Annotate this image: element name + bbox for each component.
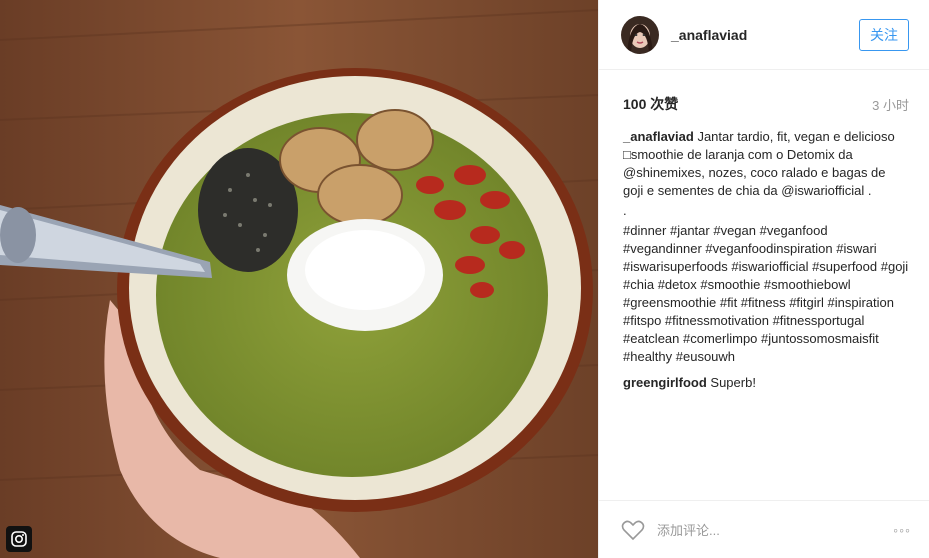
follow-button[interactable]: 关注: [859, 18, 909, 51]
instagram-badge-icon: [6, 526, 32, 552]
post-side-panel: _anaflaviad 关注 100 次赞 3 小时 _anaflaviad J…: [598, 0, 929, 558]
comment-footer: 添加评论... ◦◦◦: [599, 500, 929, 558]
more-options-icon[interactable]: ◦◦◦: [893, 522, 911, 538]
add-comment-input[interactable]: 添加评论...: [657, 520, 893, 539]
post-header: _anaflaviad 关注: [599, 0, 929, 70]
likes-count[interactable]: 100 次赞: [623, 94, 678, 114]
caption-dot: .: [623, 203, 627, 218]
post-viewer: _anaflaviad 关注 100 次赞 3 小时 _anaflaviad J…: [0, 0, 929, 558]
comment-username[interactable]: greengirlfood: [623, 375, 707, 390]
hashtags[interactable]: #dinner #jantar #vegan #veganfood #vegan…: [623, 222, 909, 366]
comment: greengirlfood Superb!: [623, 374, 909, 392]
likes-row: 100 次赞 3 小时: [599, 94, 929, 114]
smoothie-bowl-image: [0, 0, 598, 558]
caption-username[interactable]: _anaflaviad: [623, 129, 694, 144]
post-photo[interactable]: [0, 0, 598, 558]
avatar[interactable]: [621, 15, 659, 54]
caption: _anaflaviad Jantar tardio, fit, vegan e …: [623, 128, 909, 200]
heart-icon[interactable]: [621, 519, 645, 541]
username[interactable]: _anaflaviad: [671, 27, 859, 43]
comment-text: Superb!: [710, 375, 756, 390]
post-time[interactable]: 3 小时: [872, 95, 909, 114]
